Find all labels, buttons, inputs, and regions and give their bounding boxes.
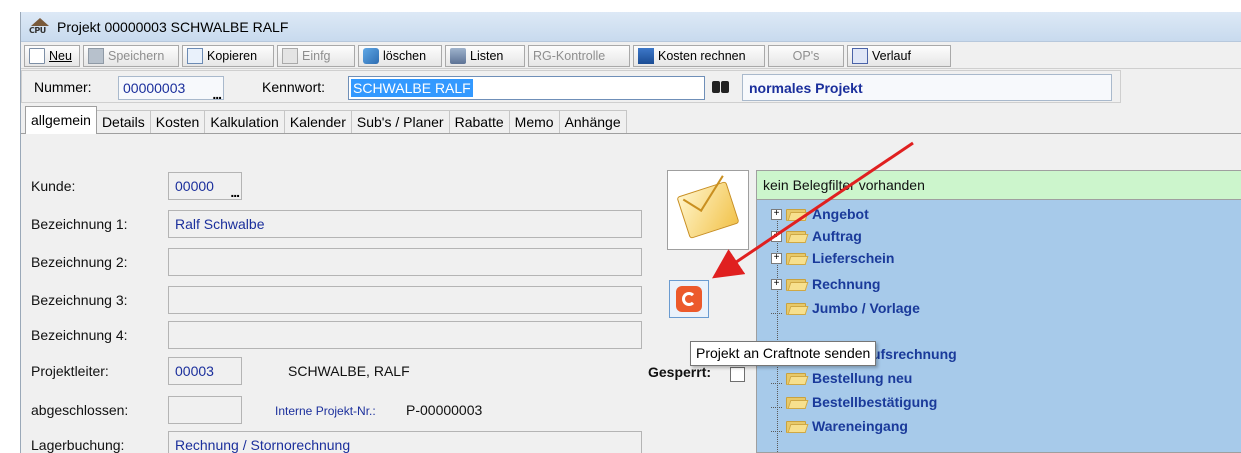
folder-icon [786, 395, 809, 409]
tree-item-bestellung-neu[interactable]: Bestellung neu [771, 368, 912, 388]
expand-plus-icon[interactable]: + [771, 252, 782, 264]
stock-booking-row: Lagerbuchung: Rechnung / Stornorechnung [21, 428, 656, 453]
description1-field[interactable]: Ralf Schwalbe [168, 210, 642, 238]
customer-label: Kunde: [31, 178, 76, 194]
tree-item-jumbo-vorlage[interactable]: Jumbo / Vorlage [771, 298, 920, 318]
folder-icon [786, 207, 809, 221]
document-tree: + Angebot + Auftrag + Lieferschein + Rec… [756, 200, 1241, 453]
tree-item-auftrag[interactable]: + Auftrag [771, 226, 862, 246]
closed-label: abgeschlossen: [31, 402, 129, 418]
folder-icon [786, 301, 809, 315]
history-button[interactable]: Verlauf [847, 44, 951, 67]
description2-row: Bezeichnung 2: [21, 245, 656, 278]
tab-rabatte[interactable]: Rabatte [448, 110, 510, 134]
binoculars-search-icon[interactable] [710, 77, 732, 99]
tab-kalender[interactable]: Kalender [283, 110, 352, 134]
manager-row: Projektleiter: 00003 SCHWALBE, RALF [21, 354, 656, 387]
paste-button[interactable]: Einfg [277, 44, 355, 67]
tree-item-lieferschein[interactable]: + Lieferschein [771, 248, 894, 268]
description3-row: Bezeichnung 3: [21, 283, 656, 316]
expand-plus-icon[interactable]: + [771, 230, 782, 242]
internal-number-value: P-00000003 [406, 402, 483, 418]
description1-label: Bezeichnung 1: [31, 216, 128, 232]
copy-icon [187, 47, 203, 64]
title-bar: CPU Projekt 00000003 SCHWALBE RALF [21, 12, 1241, 42]
delete-button[interactable]: löschen [358, 44, 442, 67]
window-title: Projekt 00000003 SCHWALBE RALF [57, 18, 289, 35]
printer-icon [450, 47, 466, 64]
project-number-field[interactable]: 00000003 ... [118, 76, 224, 102]
tab-details[interactable]: Details [95, 110, 151, 134]
project-window: CPU Projekt 00000003 SCHWALBE RALF Neu S… [20, 12, 1241, 453]
tab-bar: allgemein Details Kosten Kalkulation Kal… [21, 106, 627, 134]
rg-control-button[interactable]: RG-Kontrolle [528, 44, 630, 67]
save-button[interactable]: Speichern [83, 44, 179, 67]
locked-label: Gesperrt: [648, 364, 712, 380]
save-icon [88, 47, 104, 64]
stock-booking-label: Lagerbuchung: [31, 437, 125, 453]
craftnote-tooltip: Projekt an Craftnote senden [690, 341, 877, 366]
craftnote-send-button[interactable] [669, 280, 709, 318]
expand-plus-icon[interactable]: + [771, 278, 782, 290]
description4-label: Bezeichnung 4: [31, 327, 128, 343]
lookup-dots-icon[interactable]: ... [212, 86, 222, 102]
lists-button[interactable]: Listen [445, 44, 525, 67]
description4-field[interactable] [168, 321, 642, 349]
app-logo-icon: CPU [29, 17, 51, 36]
internal-number-label: Interne Projekt-Nr.: [275, 404, 376, 418]
tab-kosten[interactable]: Kosten [149, 110, 206, 134]
manager-code-field[interactable]: 00003 [168, 357, 242, 385]
folder-icon [786, 277, 809, 291]
toolbar: Neu Speichern Kopieren Einfg löschen Lis… [21, 43, 1241, 69]
description4-row: Bezeichnung 4: [21, 318, 656, 351]
description1-row: Bezeichnung 1: Ralf Schwalbe [21, 207, 656, 240]
email-button[interactable] [667, 164, 749, 250]
customer-field[interactable]: 00000 ... [168, 172, 242, 200]
paste-icon [282, 47, 298, 64]
expand-plus-icon[interactable]: + [771, 208, 782, 220]
closed-field[interactable] [168, 396, 242, 424]
manager-name: SCHWALBE, RALF [288, 363, 410, 379]
tab-memo[interactable]: Memo [508, 110, 560, 134]
folder-icon [786, 419, 809, 433]
number-label: Nummer: [34, 79, 92, 95]
tab-anhaenge[interactable]: Anhänge [558, 110, 627, 134]
stock-booking-field[interactable]: Rechnung / Stornorechnung [168, 431, 642, 453]
calculator-icon [638, 47, 654, 64]
customer-row: Kunde: 00000 ... [21, 169, 656, 202]
manager-label: Projektleiter: [31, 363, 109, 379]
customer-lookup-icon[interactable]: ... [230, 184, 240, 200]
tab-kalkulation[interactable]: Kalkulation [204, 110, 285, 134]
project-type-display: normales Projekt [742, 74, 1112, 101]
folder-icon [786, 371, 809, 385]
description3-label: Bezeichnung 3: [31, 292, 128, 308]
history-icon [852, 47, 868, 64]
new-document-icon [29, 47, 45, 64]
tree-item-angebot[interactable]: + Angebot [771, 204, 869, 224]
folder-icon [786, 229, 809, 243]
delete-icon [363, 47, 379, 64]
folder-icon [786, 251, 809, 265]
copy-button[interactable]: Kopieren [182, 44, 274, 67]
project-header-row: Nummer: 00000003 ... Kennwort: SCHWALBE … [21, 70, 1121, 103]
new-button[interactable]: Neu [24, 44, 80, 67]
tab-allgemein[interactable]: allgemein [25, 106, 97, 134]
tab-panel-border [21, 133, 1241, 134]
keyword-input[interactable]: SCHWALBE RALF [348, 76, 705, 100]
tab-subs-planer[interactable]: Sub's / Planer [350, 110, 450, 134]
tree-item-bestellbestaetigung[interactable]: Bestellbestätigung [771, 392, 937, 412]
envelope-icon [676, 164, 740, 239]
closed-row: abgeschlossen: Interne Projekt-Nr.: P-00… [21, 393, 656, 426]
locked-checkbox[interactable] [730, 367, 745, 382]
description2-field[interactable] [168, 248, 642, 276]
tree-item-wareneingang[interactable]: Wareneingang [771, 416, 908, 436]
tree-item-rechnung[interactable]: + Rechnung [771, 274, 880, 294]
description2-label: Bezeichnung 2: [31, 254, 128, 270]
calculate-costs-button[interactable]: Kosten rechnen [633, 44, 765, 67]
ops-button[interactable]: OP's [768, 44, 844, 67]
description3-field[interactable] [168, 286, 642, 314]
document-filter-status: kein Belegfilter vorhanden [756, 170, 1241, 200]
craftnote-icon [676, 286, 702, 312]
keyword-label: Kennwort: [262, 79, 326, 95]
